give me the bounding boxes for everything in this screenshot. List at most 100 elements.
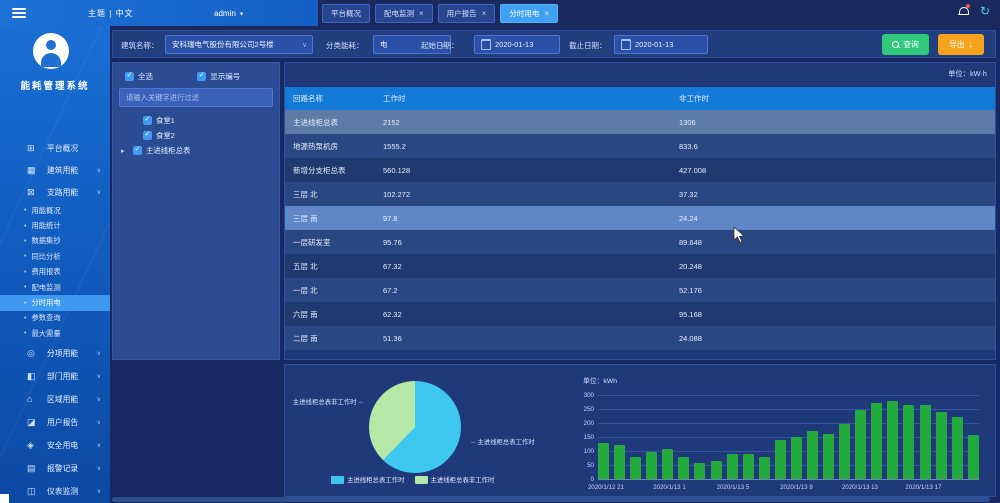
query-button[interactable]: 查询 bbox=[882, 34, 929, 55]
report-icon: ◪ bbox=[27, 417, 41, 428]
tab-close-icon[interactable]: × bbox=[419, 9, 424, 18]
horizontal-scrollbar[interactable] bbox=[112, 497, 990, 502]
column-header-回路名称: 回路名称 bbox=[285, 93, 375, 104]
bar-195 bbox=[839, 424, 850, 479]
gridline bbox=[598, 479, 979, 480]
table-cell: 62.32 bbox=[375, 310, 671, 319]
sidebar-item-分项用能[interactable]: ◎分项用能∨ bbox=[0, 342, 110, 365]
tab-close-icon[interactable]: × bbox=[544, 9, 549, 18]
table-cell: 三层 北 bbox=[285, 189, 375, 200]
bullet-icon: • bbox=[24, 238, 26, 245]
sync-icon[interactable]: ↻ bbox=[980, 5, 990, 17]
submenu-item-配电监测[interactable]: •配电监测 bbox=[0, 280, 110, 295]
submenu-item-同比分析[interactable]: •同比分析 bbox=[0, 249, 110, 264]
submenu-item-费用报表[interactable]: •费用报表 bbox=[0, 265, 110, 280]
tree-search-input[interactable] bbox=[119, 88, 273, 107]
sidebar-item-报警记录[interactable]: ▤报警记录∨ bbox=[0, 457, 110, 480]
sidebar-item-支路用能[interactable]: ⊠支路用能∨ bbox=[0, 181, 110, 203]
submenu-item-数据集抄[interactable]: •数据集抄 bbox=[0, 234, 110, 249]
submenu-item-label: 配电监测 bbox=[31, 283, 60, 293]
chevron-down-icon: ∨ bbox=[97, 442, 101, 449]
legend-item[interactable]: 主进线柜总表工作时 bbox=[331, 475, 405, 484]
sidebar-item-label: 报警记录 bbox=[47, 463, 78, 474]
table-row[interactable]: 二层 南51.3624.088 bbox=[285, 326, 995, 350]
bullet-icon: • bbox=[24, 315, 26, 322]
table-row[interactable]: 地源热泵机房1555.2833.6 bbox=[285, 134, 995, 158]
bar-158 bbox=[968, 435, 979, 479]
sidebar-item-部门用能[interactable]: ◧部门用能∨ bbox=[0, 365, 110, 388]
table-row[interactable]: 一层研发室95.7689.648 bbox=[285, 230, 995, 254]
tab-close-icon[interactable]: × bbox=[482, 9, 487, 18]
caret-right-icon[interactable]: ▸ bbox=[121, 147, 125, 155]
table-cell: 89.648 bbox=[671, 238, 995, 247]
submenu-item-用能统计[interactable]: •用能统计 bbox=[0, 218, 110, 233]
table-cell: 102.272 bbox=[375, 190, 671, 199]
table-cell: 51.36 bbox=[375, 334, 671, 343]
avatar bbox=[33, 33, 69, 69]
tree-node-checkbox[interactable] bbox=[133, 146, 142, 155]
user-menu[interactable]: admin▾ bbox=[214, 9, 243, 18]
tree-node-食堂2[interactable]: 食堂2 bbox=[113, 128, 279, 143]
table-cell: 95.76 bbox=[375, 238, 671, 247]
bar-108 bbox=[662, 449, 673, 479]
table-row[interactable]: 六层 南62.3295.168 bbox=[285, 302, 995, 326]
table-cell: 833.6 bbox=[671, 142, 995, 151]
area-icon: ⌂ bbox=[27, 394, 41, 404]
pie-legend: 主进线柜总表工作时 主进线柜总表非工作时 bbox=[331, 475, 551, 484]
bar-58 bbox=[694, 463, 705, 479]
branch-icon: ⊠ bbox=[27, 187, 41, 198]
submenu-item-最大需量[interactable]: •最大需量 bbox=[0, 326, 110, 341]
tree-node-主进线柜总表[interactable]: ▸主进线柜总表 bbox=[113, 143, 279, 158]
submenu-item-参数查询[interactable]: •参数查询 bbox=[0, 311, 110, 326]
table-cell: 一层研发室 bbox=[285, 237, 375, 248]
legend-label: 主进线柜总表非工作时 bbox=[431, 475, 495, 484]
submenu-item-分时用电[interactable]: •分时用电 bbox=[0, 295, 110, 310]
mouse-cursor bbox=[733, 226, 745, 246]
bar-265 bbox=[920, 405, 931, 479]
table-row[interactable]: 三层 南97.824.24 bbox=[285, 206, 995, 230]
header-icons: ↻ bbox=[958, 5, 990, 17]
sidebar-item-建筑用能[interactable]: ▦建筑用能∨ bbox=[0, 159, 110, 181]
submenu-item-label: 分时用电 bbox=[31, 298, 60, 308]
tree-node-食堂1[interactable]: 食堂1 bbox=[113, 113, 279, 128]
bullet-icon: • bbox=[24, 223, 26, 230]
table-row[interactable]: 五层 北67.3220.248 bbox=[285, 254, 995, 278]
tree-options-row: 全选 显示编号 bbox=[113, 71, 279, 83]
building-select[interactable]: 安科瑞电气股份有限公司2号楼∨ bbox=[165, 35, 313, 54]
submenu-item-用能概况[interactable]: •用能概况 bbox=[0, 203, 110, 218]
tab-平台概况[interactable]: 平台概况 bbox=[322, 4, 370, 23]
table-row[interactable]: 三层 北102.27237.32 bbox=[285, 182, 995, 206]
end-date-input[interactable]: 2020-01-13 bbox=[614, 35, 708, 54]
pie-callout-work: ─ 主进线柜总表工作时 bbox=[471, 437, 535, 446]
start-date-input[interactable]: 2020-01-13 bbox=[474, 35, 560, 54]
tab-配电监测[interactable]: 配电监测× bbox=[375, 4, 433, 23]
sidebar-item-安全用电[interactable]: ◈安全用电∨ bbox=[0, 434, 110, 457]
table-row[interactable]: 新增分支柜总表560.128427.008 bbox=[285, 158, 995, 182]
tab-用户报告[interactable]: 用户报告× bbox=[438, 4, 496, 23]
tree-node-checkbox[interactable] bbox=[143, 116, 152, 125]
end-date-label: 截止日期： bbox=[569, 40, 607, 51]
sidebar-item-label: 分项用能 bbox=[47, 348, 78, 359]
sidebar-item-仪表监测[interactable]: ◫仪表监测∨ bbox=[0, 480, 110, 503]
secondary-option-checkbox[interactable] bbox=[197, 72, 206, 81]
export-button[interactable]: 导出 ↓ bbox=[938, 34, 984, 55]
platform-icon: ⊞ bbox=[27, 143, 41, 154]
sidebar-item-区域用能[interactable]: ⌂区域用能∨ bbox=[0, 388, 110, 411]
select-all-checkbox[interactable] bbox=[125, 72, 134, 81]
menu-icon[interactable] bbox=[12, 8, 26, 18]
table-row[interactable]: 一层 北67.252.176 bbox=[285, 278, 995, 302]
tree-node-checkbox[interactable] bbox=[143, 131, 152, 140]
bar-138 bbox=[775, 440, 786, 479]
table-cell: 37.32 bbox=[671, 190, 995, 199]
table-cell: 一层 北 bbox=[285, 285, 375, 296]
sidebar-item-用户报告[interactable]: ◪用户报告∨ bbox=[0, 411, 110, 434]
sidebar-item-平台概况[interactable]: ⊞平台概况 bbox=[0, 137, 110, 159]
building-icon: ▦ bbox=[27, 165, 41, 176]
download-icon: ↓ bbox=[969, 40, 973, 49]
sidebar-item-label: 部门用能 bbox=[47, 371, 78, 382]
tab-分时用电[interactable]: 分时用电× bbox=[500, 4, 558, 23]
bell-icon[interactable] bbox=[958, 6, 968, 16]
theme-language-switcher[interactable]: 主题 | 中文 bbox=[88, 8, 134, 19]
table-row[interactable]: 主进线柜总表21521306 bbox=[285, 110, 995, 134]
legend-item[interactable]: 主进线柜总表非工作时 bbox=[415, 475, 495, 484]
